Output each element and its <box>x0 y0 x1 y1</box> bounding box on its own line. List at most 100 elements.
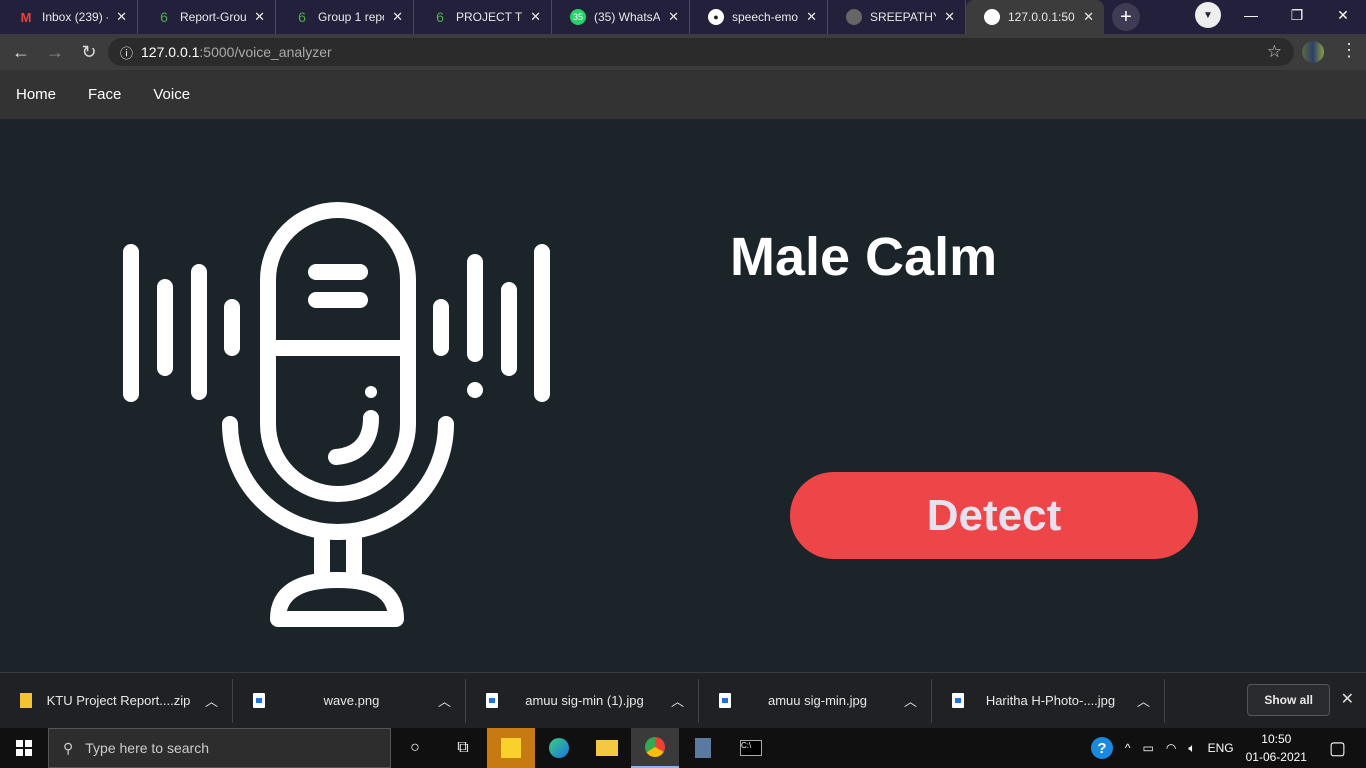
close-tab-icon[interactable]: ✕ <box>668 9 679 25</box>
close-tab-icon[interactable]: ✕ <box>392 9 403 25</box>
tab-github[interactable]: ● speech-emoti ✕ <box>690 0 828 34</box>
date: 01-06-2021 <box>1245 750 1307 764</box>
chevron-up-icon[interactable]: ︿ <box>1137 691 1150 710</box>
volume-icon[interactable]: 🔈︎ <box>1188 741 1195 756</box>
close-downloads-icon[interactable]: ✕ <box>1341 689 1354 709</box>
terminal-icon[interactable]: C:\ <box>727 728 775 768</box>
help-icon[interactable]: ? <box>1090 737 1113 759</box>
tab-overleaf-project[interactable]: 6 PROJECT TITL ✕ <box>414 0 552 34</box>
tab-search-icon[interactable]: ▼ <box>1188 0 1228 30</box>
cortana-icon[interactable]: ○ <box>391 728 439 768</box>
download-item[interactable]: amuu sig-min.jpg ︿ <box>699 678 932 723</box>
download-item[interactable]: wave.png ︿ <box>233 678 466 723</box>
url-path: :5000/voice_analyzer <box>199 44 332 60</box>
menu-kebab-icon[interactable]: ⋮ <box>1340 40 1358 61</box>
nav-voice[interactable]: Voice <box>153 86 190 103</box>
tab-title: 127.0.0.1:5000 <box>1008 10 1075 24</box>
windows-taskbar: ⚲ Type here to search ○ ⧉ C:\ ? ^ ▭ ◠ 🔈︎ … <box>0 728 1366 768</box>
browser-toolbar: ← → ↻ ⓘ 127.0.0.1:5000/voice_analyzer ☆ … <box>0 34 1366 70</box>
reload-icon[interactable]: ↻ <box>72 42 106 63</box>
detect-button[interactable]: Detect <box>790 472 1198 559</box>
address-bar[interactable]: ⓘ 127.0.0.1:5000/voice_analyzer ☆ <box>108 38 1294 66</box>
show-all-button[interactable]: Show all <box>1247 684 1330 716</box>
globe-icon <box>984 9 1000 25</box>
emotion-result: Male Calm <box>730 227 998 287</box>
new-tab-button[interactable]: + <box>1112 3 1140 31</box>
minimize-icon[interactable]: — <box>1228 0 1274 30</box>
window-controls: ▼ — ❐ ✕ <box>1188 0 1366 30</box>
close-window-icon[interactable]: ✕ <box>1320 0 1366 30</box>
close-tab-icon[interactable]: ✕ <box>1083 9 1094 25</box>
close-tab-icon[interactable]: ✕ <box>116 9 127 25</box>
chrome-icon[interactable] <box>631 728 679 768</box>
bookmark-star-icon[interactable]: ☆ <box>1267 42 1282 62</box>
tab-strip: M Inbox (239) - ✕ 6 Report-Group ✕ 6 Group 1… <box>0 0 1366 34</box>
profile-avatar[interactable] <box>1302 41 1324 63</box>
tab-title: (35) WhatsAp <box>594 10 661 24</box>
wifi-icon[interactable]: ◠ <box>1166 741 1176 755</box>
download-item[interactable]: KTU Project Report....zip ︿ <box>0 678 233 723</box>
chevron-up-icon[interactable]: ︿ <box>904 691 917 710</box>
chevron-up-icon[interactable]: ︿ <box>438 691 451 710</box>
chevron-up-icon[interactable]: ︿ <box>205 691 218 710</box>
system-tray: ? ^ ▭ ◠ 🔈︎ ENG 10:50 01-06-2021 ▢ <box>1090 728 1366 768</box>
sticky-notes-icon[interactable] <box>487 728 535 768</box>
close-tab-icon[interactable]: ✕ <box>254 9 265 25</box>
search-icon: ⚲ <box>63 739 74 756</box>
download-name: wave.png <box>323 693 380 708</box>
microphone-icon <box>123 202 550 627</box>
image-file-icon <box>952 693 964 708</box>
github-icon: ● <box>708 9 724 25</box>
overleaf-icon: 6 <box>298 9 306 25</box>
tab-overleaf-report[interactable]: 6 Report-Group ✕ <box>138 0 276 34</box>
tab-sreepathy[interactable]: SREEPATHY IN ✕ <box>828 0 966 34</box>
url-host: 127.0.0.1 <box>141 44 200 60</box>
close-tab-icon[interactable]: ✕ <box>530 9 541 25</box>
nav-home[interactable]: Home <box>16 86 56 103</box>
downloads-bar: KTU Project Report....zip ︿ wave.png ︿ amu… <box>0 672 1366 728</box>
chevron-up-icon[interactable]: ^ <box>1125 741 1131 755</box>
file-explorer-icon[interactable] <box>583 728 631 768</box>
download-name: KTU Project Report....zip <box>46 693 191 708</box>
language-indicator[interactable]: ENG <box>1208 741 1234 755</box>
image-file-icon <box>253 693 265 708</box>
app-navbar: Home Face Voice <box>0 70 1366 119</box>
tab-title: Inbox (239) - <box>42 10 109 24</box>
windows-start-icon[interactable] <box>0 740 48 756</box>
time: 10:50 <box>1261 732 1292 746</box>
search-placeholder: Type here to search <box>85 740 210 756</box>
image-file-icon <box>486 693 498 708</box>
download-name: amuu sig-min.jpg <box>767 693 867 708</box>
whatsapp-icon: 35 <box>570 9 586 25</box>
taskbar-search[interactable]: ⚲ Type here to search <box>48 728 391 768</box>
tab-title: SREEPATHY IN <box>870 10 937 24</box>
url: 127.0.0.1:5000/voice_analyzer <box>141 44 332 60</box>
notifications-icon[interactable]: ▢ <box>1329 738 1346 759</box>
gmail-icon: M <box>20 9 32 25</box>
calculator-icon[interactable] <box>679 728 727 768</box>
tab-gmail[interactable]: M Inbox (239) - ✕ <box>0 0 138 34</box>
close-tab-icon[interactable]: ✕ <box>806 9 817 25</box>
download-name: amuu sig-min (1).jpg <box>525 693 644 708</box>
edge-icon[interactable] <box>535 728 583 768</box>
task-view-icon[interactable]: ⧉ <box>439 728 487 768</box>
globe-icon <box>846 9 862 25</box>
chevron-up-icon[interactable]: ︿ <box>671 691 684 710</box>
zip-file-icon <box>20 693 32 708</box>
nav-face[interactable]: Face <box>88 86 121 103</box>
tab-whatsapp[interactable]: 35 (35) WhatsAp ✕ <box>552 0 690 34</box>
download-item[interactable]: Haritha H-Photo-....jpg ︿ <box>932 678 1165 723</box>
overleaf-icon: 6 <box>436 9 444 25</box>
battery-icon[interactable]: ▭ <box>1143 741 1154 755</box>
restore-icon[interactable]: ❐ <box>1274 0 1320 30</box>
download-name: Haritha H-Photo-....jpg <box>985 693 1116 708</box>
tab-voice-analyzer[interactable]: 127.0.0.1:5000 ✕ <box>966 0 1104 34</box>
image-file-icon <box>719 693 731 708</box>
back-icon[interactable]: ← <box>4 42 38 63</box>
download-item[interactable]: amuu sig-min (1).jpg ︿ <box>466 678 699 723</box>
tab-overleaf-group[interactable]: 6 Group 1 repor ✕ <box>276 0 414 34</box>
tab-title: PROJECT TITL <box>456 10 523 24</box>
forward-icon[interactable]: → <box>38 42 72 63</box>
clock[interactable]: 10:50 01-06-2021 <box>1246 730 1307 766</box>
close-tab-icon[interactable]: ✕ <box>944 9 955 25</box>
